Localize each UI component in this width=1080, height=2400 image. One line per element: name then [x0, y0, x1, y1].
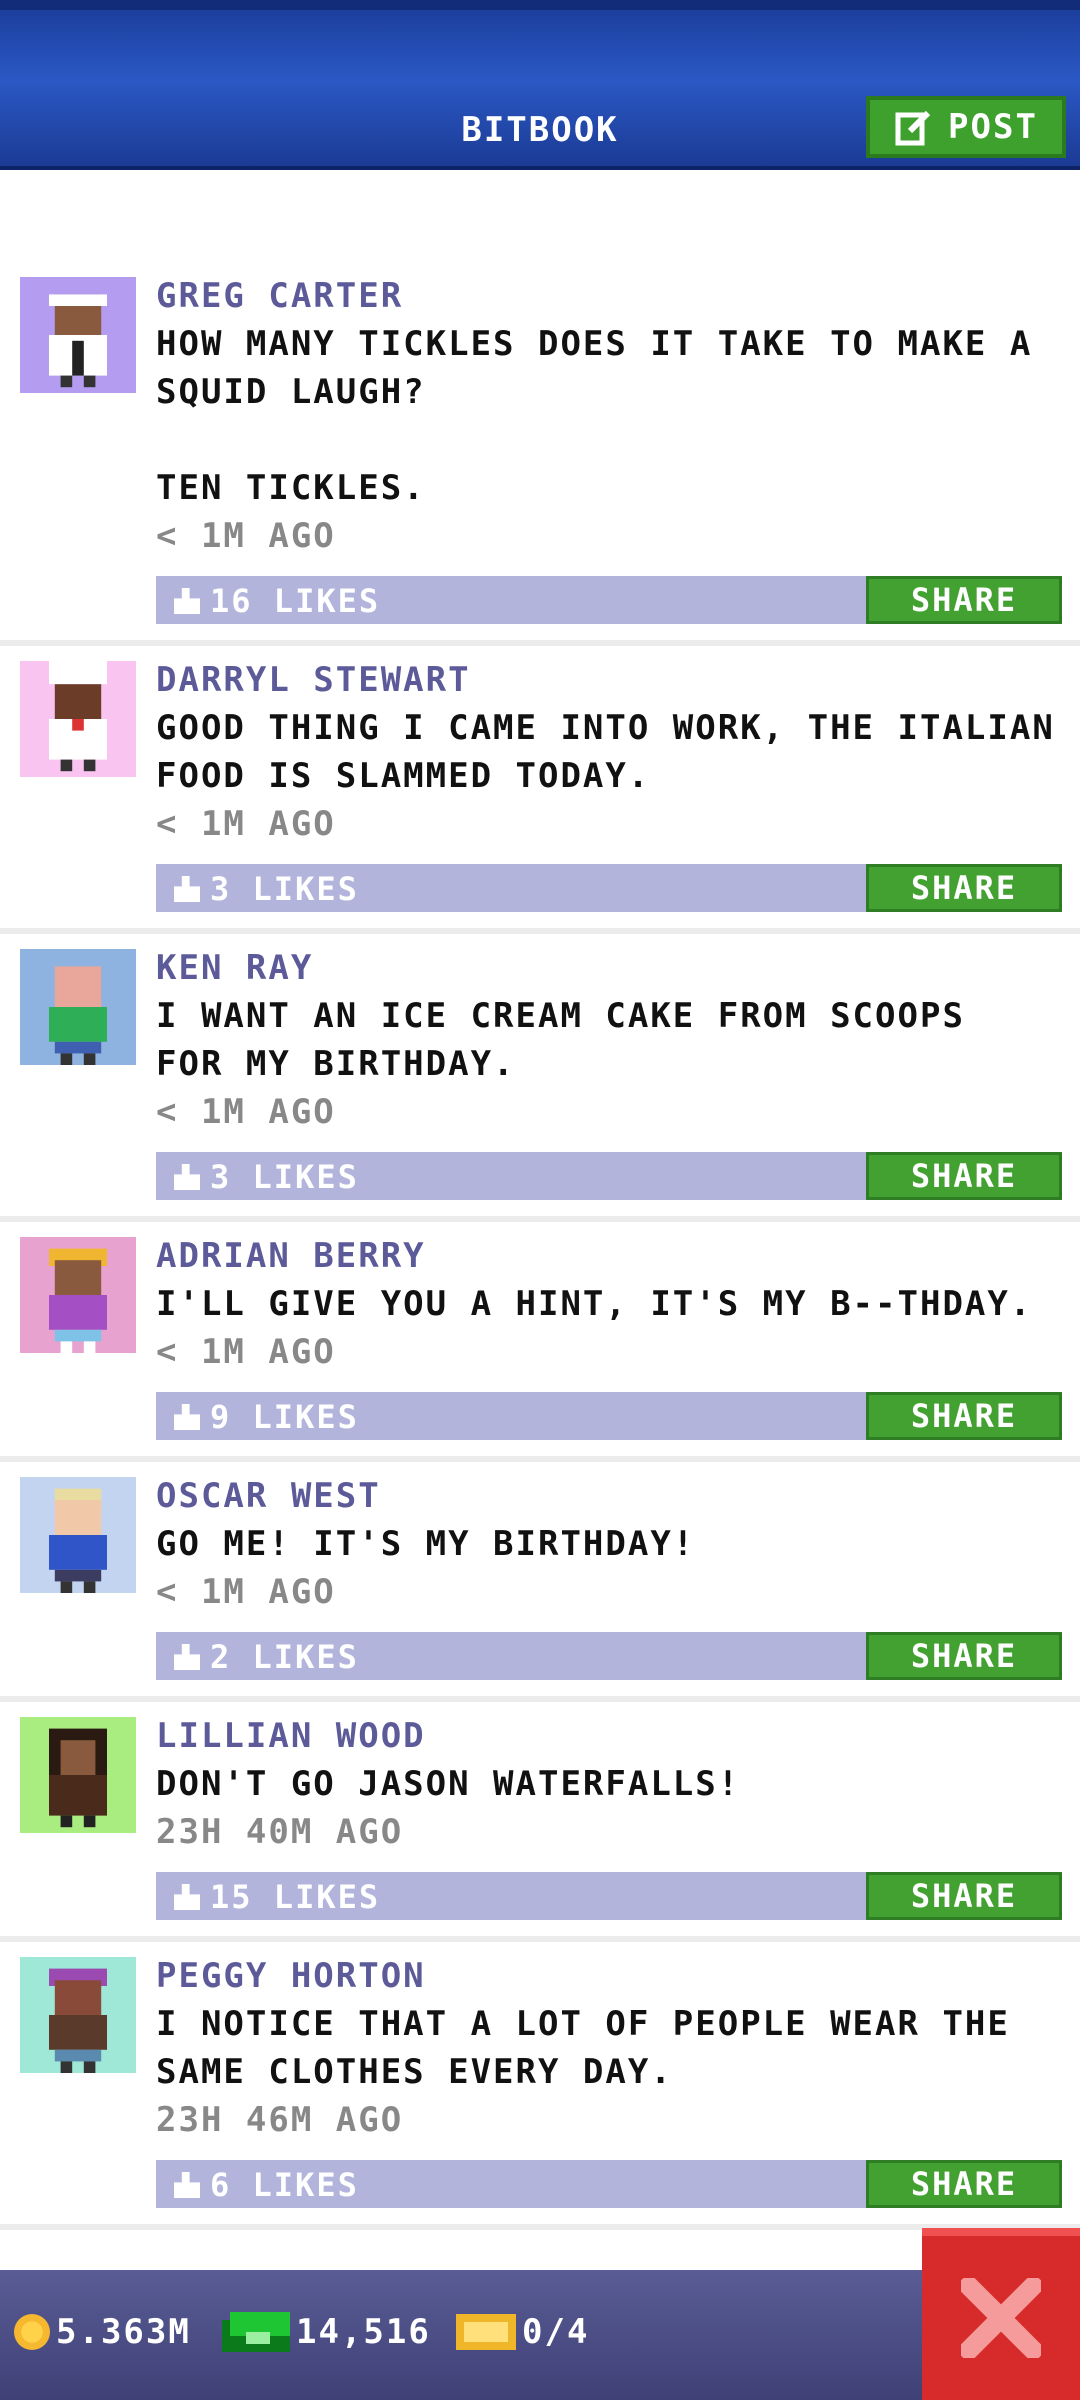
bux-icon [222, 2312, 290, 2352]
likes-count: 6 LIKES [210, 2166, 359, 2204]
post-author[interactable]: GREG CARTER [156, 272, 1056, 320]
avatar-icon [20, 949, 136, 1065]
like-bar: 2 LIKES SHARE [156, 1632, 1062, 1680]
share-button[interactable]: SHARE [866, 1872, 1062, 1920]
share-button[interactable]: SHARE [866, 864, 1062, 912]
list-item: DARRYL STEWART GOOD THING I CAME INTO WO… [0, 646, 1080, 934]
bux-counter: 14,516 [222, 2312, 431, 2352]
like-bar: 9 LIKES SHARE [156, 1392, 1062, 1440]
app-header: BITBOOK POST [0, 0, 1080, 170]
avatar[interactable] [20, 1237, 136, 1353]
like-bar: 6 LIKES SHARE [156, 2160, 1062, 2208]
post-text: DON'T GO JASON WATERFALLS! [156, 1764, 741, 1804]
like-button[interactable]: 3 LIKES [174, 1158, 359, 1196]
coin-icon [14, 2314, 50, 2350]
post-time: < 1M AGO [156, 1572, 336, 1612]
avatar-icon [20, 277, 136, 393]
list-item: GREG CARTER HOW MANY TICKLES DOES IT TAK… [0, 262, 1080, 646]
close-icon [961, 2278, 1041, 2358]
thumbs-up-icon [174, 1884, 200, 1910]
like-button[interactable]: 2 LIKES [174, 1638, 359, 1676]
thumbs-up-icon [174, 1404, 200, 1430]
post-author[interactable]: OSCAR WEST [156, 1472, 1056, 1520]
bux-value: 14,516 [296, 2312, 431, 2352]
post-text: I'LL GIVE YOU A HINT, IT'S MY B--THDAY. [156, 1284, 1033, 1324]
avatar[interactable] [20, 1717, 136, 1833]
avatar-icon [20, 1477, 136, 1593]
like-button[interactable]: 16 LIKES [174, 582, 380, 620]
thumbs-up-icon [174, 2172, 200, 2198]
post-author[interactable]: KEN RAY [156, 944, 1056, 992]
like-button[interactable]: 9 LIKES [174, 1398, 359, 1436]
list-item: ADRIAN BERRY I'LL GIVE YOU A HINT, IT'S … [0, 1222, 1080, 1462]
avatar[interactable] [20, 1957, 136, 2073]
resource-bar: 5.363M 14,516 0/4 [0, 2270, 1080, 2400]
likes-count: 3 LIKES [210, 870, 359, 908]
list-item: LILLIAN WOOD DON'T GO JASON WATERFALLS! … [0, 1702, 1080, 1942]
coins-counter: 5.363M [14, 2312, 191, 2352]
post-button[interactable]: POST [866, 96, 1066, 158]
coins-value: 5.363M [56, 2312, 191, 2352]
like-bar: 15 LIKES SHARE [156, 1872, 1062, 1920]
avatar-icon [20, 1957, 136, 2073]
post-author[interactable]: ADRIAN BERRY [156, 1232, 1056, 1280]
post-text: I NOTICE THAT A LOT OF PEOPLE WEAR THE S… [156, 2004, 1010, 2092]
post-time: 23H 40M AGO [156, 1812, 404, 1852]
tickets-counter: 0/4 [456, 2312, 589, 2352]
likes-count: 3 LIKES [210, 1158, 359, 1196]
like-button[interactable]: 6 LIKES [174, 2166, 359, 2204]
post-time: 23H 46M AGO [156, 2100, 404, 2140]
like-button[interactable]: 15 LIKES [174, 1878, 380, 1916]
like-bar: 16 LIKES SHARE [156, 576, 1062, 624]
post-time: < 1M AGO [156, 1332, 336, 1372]
like-bar: 3 LIKES SHARE [156, 1152, 1062, 1200]
likes-count: 16 LIKES [210, 582, 381, 620]
post-text: I WANT AN ICE CREAM CAKE FROM SCOOPS FOR… [156, 996, 965, 1084]
share-button[interactable]: SHARE [866, 1392, 1062, 1440]
edit-icon [895, 110, 931, 146]
thumbs-up-icon [174, 876, 200, 902]
thumbs-up-icon [174, 1644, 200, 1670]
share-button[interactable]: SHARE [866, 576, 1062, 624]
share-button[interactable]: SHARE [866, 2160, 1062, 2208]
feed-list: GREG CARTER HOW MANY TICKLES DOES IT TAK… [0, 262, 1080, 2230]
post-text: GOOD THING I CAME INTO WORK, THE ITALIAN… [156, 708, 1055, 796]
tickets-value: 0/4 [522, 2312, 590, 2352]
post-button-label: POST [948, 107, 1038, 147]
post-time: < 1M AGO [156, 1092, 336, 1132]
avatar[interactable] [20, 277, 136, 393]
thumbs-up-icon [174, 588, 200, 614]
post-text: HOW MANY TICKLES DOES IT TAKE TO MAKE A … [156, 324, 1033, 508]
post-time: < 1M AGO [156, 516, 336, 556]
avatar-icon [20, 1717, 136, 1833]
post-time: < 1M AGO [156, 804, 336, 844]
likes-count: 15 LIKES [210, 1878, 381, 1916]
post-author[interactable]: DARRYL STEWART [156, 656, 1056, 704]
likes-count: 2 LIKES [210, 1638, 359, 1676]
thumbs-up-icon [174, 1164, 200, 1190]
avatar[interactable] [20, 1477, 136, 1593]
avatar[interactable] [20, 661, 136, 777]
share-button[interactable]: SHARE [866, 1152, 1062, 1200]
share-button[interactable]: SHARE [866, 1632, 1062, 1680]
avatar-icon [20, 661, 136, 777]
list-item: OSCAR WEST GO ME! IT'S MY BIRTHDAY! < 1M… [0, 1462, 1080, 1702]
post-author[interactable]: LILLIAN WOOD [156, 1712, 1056, 1760]
like-bar: 3 LIKES SHARE [156, 864, 1062, 912]
likes-count: 9 LIKES [210, 1398, 359, 1436]
ticket-icon [456, 2314, 516, 2350]
list-item: KEN RAY I WANT AN ICE CREAM CAKE FROM SC… [0, 934, 1080, 1222]
avatar-icon [20, 1237, 136, 1353]
list-item: PEGGY HORTON I NOTICE THAT A LOT OF PEOP… [0, 1942, 1080, 2230]
avatar[interactable] [20, 949, 136, 1065]
close-button[interactable] [922, 2228, 1080, 2400]
like-button[interactable]: 3 LIKES [174, 870, 359, 908]
post-text: GO ME! IT'S MY BIRTHDAY! [156, 1524, 696, 1564]
post-author[interactable]: PEGGY HORTON [156, 1952, 1056, 2000]
